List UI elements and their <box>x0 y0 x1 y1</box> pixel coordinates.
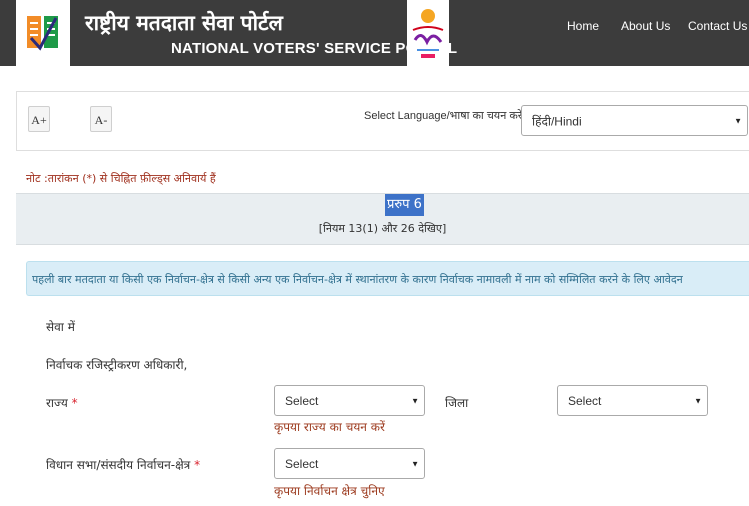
state-select-value: Select <box>285 393 319 408</box>
state-label-text: राज्य <box>46 396 68 410</box>
district-select[interactable]: Select ▼ <box>557 385 708 416</box>
officer-label: निर्वाचक रजिस्ट्रीकरण अधिकारी, <box>46 358 188 372</box>
language-select[interactable]: हिंदी/Hindi ▼ <box>521 105 748 136</box>
nav-about-us[interactable]: About Us <box>621 19 670 33</box>
district-label: जिला <box>445 396 469 410</box>
portal-title-hindi: राष्ट्रीय मतदाता सेवा पोर्टल <box>85 11 283 35</box>
accessibility-toolbar: A+ A- Select Language/भाषा का चयन करें ह… <box>16 91 749 151</box>
required-mark: * <box>194 458 201 472</box>
form-header: प्ररुप 6 [नियम 13(1) और 26 देखिए] <box>16 193 749 245</box>
ballot-tick-icon <box>27 16 58 51</box>
form-number: प्ररुप 6 <box>385 194 424 216</box>
festival-logo-icon <box>412 9 444 58</box>
constituency-label: विधान सभा/संसदीय निर्वाचन-क्षेत्र * <box>46 456 200 473</box>
eci-logo[interactable] <box>16 0 70 66</box>
language-select-value: हिंदी/Hindi <box>532 114 582 128</box>
form-description: पहली बार मतदाता या किसी एक निर्वाचन-क्षे… <box>32 273 683 286</box>
state-select[interactable]: Select ▼ <box>274 385 425 416</box>
site-header: राष्ट्रीय मतदाता सेवा पोर्टल NATIONAL VO… <box>0 0 749 66</box>
increase-font-button[interactable]: A+ <box>28 106 50 132</box>
to-label: सेवा में <box>46 320 75 334</box>
mandatory-fields-note: नोट :तारांकन (*) से चिह्नित फ़ील्ड्स अनि… <box>26 172 216 185</box>
constituency-select[interactable]: Select ▼ <box>274 448 425 479</box>
state-label: राज्य * <box>46 394 78 411</box>
language-label: Select Language/भाषा का चयन करें <box>364 110 523 122</box>
constituency-select-value: Select <box>285 456 319 471</box>
form-description-bar: पहली बार मतदाता या किसी एक निर्वाचन-क्षे… <box>26 261 749 296</box>
form-rule-reference: [नियम 13(1) और 26 देखिए] <box>318 222 447 235</box>
chevron-down-icon: ▼ <box>411 396 419 405</box>
chevron-down-icon: ▼ <box>734 116 742 125</box>
nav-home[interactable]: Home <box>567 19 599 33</box>
constituency-error: कृपया निर्वाचन क्षेत्र चुनिए <box>274 484 385 498</box>
nav-contact-us[interactable]: Contact Us <box>688 19 747 33</box>
chevron-down-icon: ▼ <box>694 396 702 405</box>
state-error: कृपया राज्य का चयन करें <box>274 420 385 434</box>
chevron-down-icon: ▼ <box>411 459 419 468</box>
constituency-label-text: विधान सभा/संसदीय निर्वाचन-क्षेत्र <box>46 458 191 472</box>
decrease-font-button[interactable]: A- <box>90 106 112 132</box>
festival-logo[interactable] <box>407 0 449 66</box>
required-mark: * <box>71 396 78 410</box>
district-select-value: Select <box>568 393 602 408</box>
